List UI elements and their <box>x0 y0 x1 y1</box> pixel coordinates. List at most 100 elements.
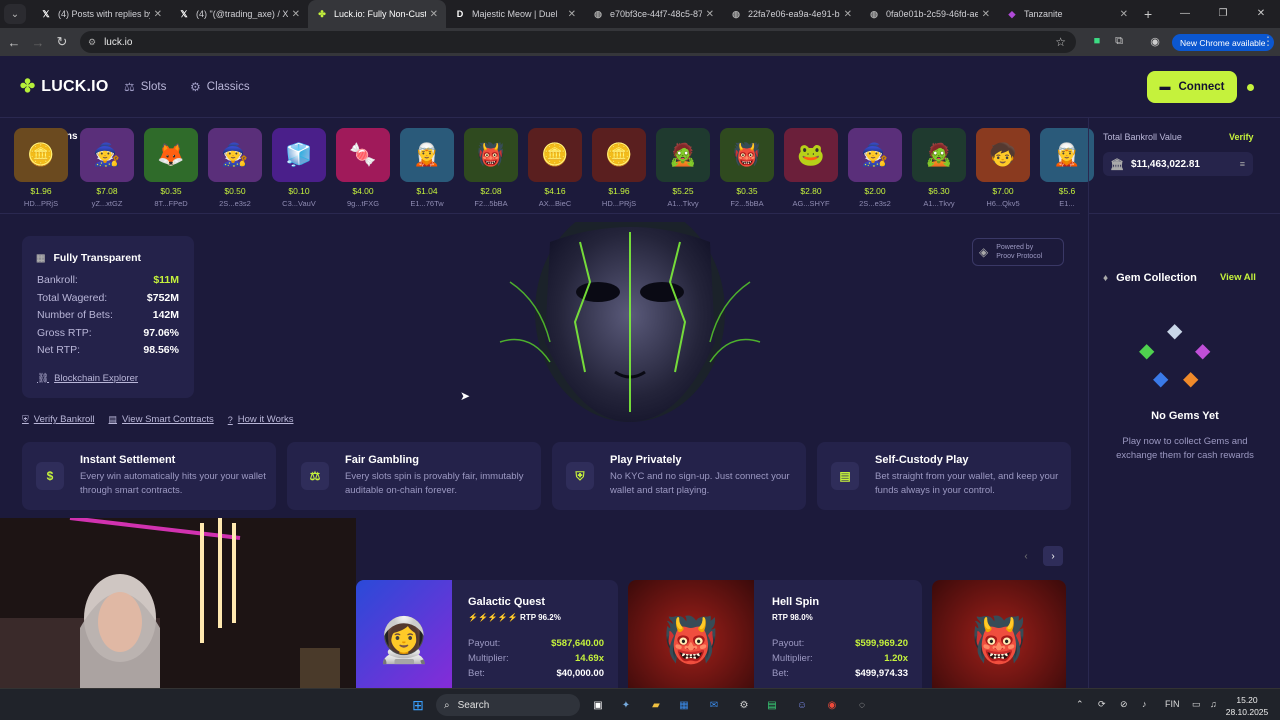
verify-link[interactable]: Verify <box>1229 132 1254 142</box>
live-win-item[interactable]: 🧒 $7.00 H6...Qkv5 <box>976 128 1030 208</box>
live-win-item[interactable]: 🧝 $1.04 E1...76Tw <box>400 128 454 208</box>
network-icon[interactable]: ⟳ <box>1098 699 1106 710</box>
tab-strip: 𝕏 (4) Posts with replies by g ✕ 𝕏 (4) "(@tra… <box>32 0 1136 28</box>
luck-logo[interactable]: ✤ LUCK.IO <box>20 76 108 97</box>
display-icon[interactable]: ▭ <box>1192 699 1201 710</box>
new-tab-button[interactable]: + <box>1144 6 1152 22</box>
tab-title: Majestic Meow | Duel <box>472 9 558 19</box>
win-amount: $2.00 <box>864 186 886 196</box>
browser-tab[interactable]: ✤ Luck.io: Fully Non-Custod ✕ <box>308 0 446 28</box>
minimize-button[interactable]: — <box>1166 0 1204 28</box>
browser-tab[interactable]: ◍ e70bf3ce-44f7-48c5-877f ✕ <box>584 0 722 28</box>
volatility-icon: ⚡⚡ <box>468 613 488 622</box>
live-win-item[interactable]: 🍬 $4.00 9g...tFXG <box>336 128 390 208</box>
browser-tab[interactable]: 𝕏 (4) Posts with replies by g ✕ <box>32 0 170 28</box>
reload-button[interactable]: ↻ <box>50 34 74 50</box>
tab-close-icon[interactable]: ✕ <box>1120 9 1128 20</box>
nav-slots[interactable]: ⚖ Slots <box>124 80 166 94</box>
win-amount: $4.16 <box>544 186 566 196</box>
live-win-item[interactable]: 🧟 $5.25 A1...Tkvy <box>656 128 710 208</box>
multiplier-row: Multiplier: 1.20x <box>772 653 908 664</box>
close-window-button[interactable]: ✕ <box>1242 0 1280 28</box>
taskbar-search[interactable]: ⌕ Search <box>436 694 580 716</box>
tab-close-icon[interactable]: ✕ <box>430 9 438 20</box>
carousel-next-button[interactable]: › <box>1043 546 1063 566</box>
browser-tab[interactable]: 𝕏 (4) "(@trading_axe) / X ✕ <box>170 0 308 28</box>
tab-close-icon[interactable]: ✕ <box>568 9 576 20</box>
profile-icon[interactable]: ◉ <box>1146 32 1164 50</box>
connect-button[interactable]: ▬ Connect <box>1147 71 1237 103</box>
microphone-icon[interactable]: ♪ <box>1142 699 1147 709</box>
live-win-item[interactable]: 🪙 $1.96 HD...PRjS <box>14 128 68 208</box>
live-win-item[interactable]: 🪙 $4.16 AX...BieC <box>528 128 582 208</box>
file-explorer-icon[interactable]: ▰ <box>648 697 664 713</box>
live-win-item[interactable]: 🪙 $1.96 HD...PRjS <box>592 128 646 208</box>
how-it-works-label: How it Works <box>237 414 294 425</box>
system-clock[interactable]: 15.20 28.10.2025 <box>1222 694 1272 718</box>
tab-close-icon[interactable]: ✕ <box>982 9 990 20</box>
browser-tab[interactable]: D Majestic Meow | Duel ✕ <box>446 0 584 28</box>
live-win-item[interactable]: 🧊 $0.10 C3...VauV <box>272 128 326 208</box>
site-info-icon[interactable]: ⚙ <box>88 37 96 48</box>
live-win-item[interactable]: 🧙 $7.08 yZ...xtGZ <box>80 128 134 208</box>
tab-close-icon[interactable]: ✕ <box>292 9 300 20</box>
orange-gem-icon: ◆ <box>1183 368 1199 390</box>
live-win-item[interactable]: 🧟 $6.30 A1...Tkvy <box>912 128 966 208</box>
tab-search-button[interactable]: ⌄ <box>4 4 26 24</box>
browser-tab[interactable]: ◆ Tanzanite ✕ <box>998 0 1136 28</box>
volume-icon[interactable]: ♫ <box>1210 699 1217 709</box>
live-win-item[interactable]: 🧙 $2.00 2S...e3s2 <box>848 128 902 208</box>
extensions-puzzle-icon[interactable]: ⧉ <box>1110 32 1128 50</box>
forward-button[interactable]: → <box>26 35 50 50</box>
discord-icon[interactable]: ☺ <box>794 697 810 713</box>
copilot-icon[interactable]: ✦ <box>618 697 634 713</box>
live-win-item[interactable]: 🧝 $5.6 E1... <box>1040 128 1094 208</box>
bookmark-star-icon[interactable]: ☆ <box>1055 35 1066 49</box>
view-smart-contracts-link[interactable]: ▤ View Smart Contracts <box>109 414 214 425</box>
windows-start-icon[interactable]: ⊞ <box>410 697 426 713</box>
store-icon[interactable]: ▦ <box>676 697 692 713</box>
how-it-works-link[interactable]: ? How it Works <box>228 414 294 425</box>
settings-icon[interactable]: ⚙ <box>736 697 752 713</box>
extension-icon[interactable]: ■ <box>1088 32 1106 50</box>
browser-tab[interactable]: ◍ 22fa7e06-ea9a-4e91-bee ✕ <box>722 0 860 28</box>
outlook-icon[interactable]: ✉ <box>706 697 722 713</box>
live-win-item[interactable]: 👹 $0.35 F2...5bBA <box>720 128 774 208</box>
carousel-prev-button[interactable]: ‹ <box>1016 546 1036 566</box>
tab-close-icon[interactable]: ✕ <box>154 9 162 20</box>
bankroll-panel: Total Bankroll Value Verify 🏛 $11,463,02… <box>1089 118 1280 214</box>
maximize-button[interactable]: ❐ <box>1204 0 1242 28</box>
live-win-item[interactable]: 🐸 $2.80 AG...SHYF <box>784 128 838 208</box>
live-win-item[interactable]: 🧙 $0.50 2S...e3s2 <box>208 128 262 208</box>
wifi-off-icon[interactable]: ⊘ <box>1120 699 1128 710</box>
address-bar[interactable]: ⚙ luck.io ☆ <box>80 31 1076 53</box>
tab-close-icon[interactable]: ✕ <box>844 9 852 20</box>
chrome-taskbar-icon[interactable]: ◉ <box>824 697 840 713</box>
chrome-menu-icon[interactable]: ⋮ <box>1262 34 1274 48</box>
url-text: luck.io <box>104 36 133 48</box>
view-all-gems-link[interactable]: View All <box>1220 272 1256 283</box>
browser-tab[interactable]: ◍ 0fa0e01b-2c59-46fd-ae0 ✕ <box>860 0 998 28</box>
bet-row: Bet: $40,000.00 <box>468 668 604 679</box>
notepad-icon[interactable]: ▤ <box>764 697 780 713</box>
blockchain-explorer-link[interactable]: ⛓ Blockchain Explorer <box>37 373 138 384</box>
nav-classics[interactable]: ⚙ Classics <box>190 80 250 94</box>
game-card-galactic-quest[interactable]: 👩‍🚀 Galactic Quest ⚡⚡⚡⚡⚡ RTP 96.2% Payou… <box>356 580 618 688</box>
verify-bankroll-link[interactable]: ⛨ Verify Bankroll <box>22 414 95 425</box>
back-button[interactable]: ← <box>2 35 26 50</box>
win-user: AX...BieC <box>538 199 572 208</box>
new-chrome-available-button[interactable]: New Chrome available <box>1172 34 1274 51</box>
tab-close-icon[interactable]: ✕ <box>706 9 714 20</box>
tray-overflow-icon[interactable]: ⌃ <box>1076 699 1084 710</box>
game-card-hell-spin[interactable]: 👹 Hell Spin RTP 98.0% Payout: $599,969.20… <box>628 580 922 688</box>
live-win-item[interactable]: 🦊 $0.35 8T...FPeD <box>144 128 198 208</box>
obs-icon[interactable]: ◌ <box>854 697 870 713</box>
live-win-item[interactable]: 👹 $2.08 F2...5bBA <box>464 128 518 208</box>
language-indicator[interactable]: FIN <box>1165 699 1180 709</box>
proov-protocol-badge[interactable]: ◈ Powered by Proov Protocol <box>972 238 1064 266</box>
game-thumbnail: 🪙 <box>528 128 582 182</box>
feature-description: No KYC and no sign-up. Just connect your… <box>610 471 790 496</box>
win-amount: $0.35 <box>736 186 758 196</box>
game-card-partial[interactable]: 👹 <box>932 580 1066 688</box>
task-view-icon[interactable]: ▣ <box>590 697 606 713</box>
